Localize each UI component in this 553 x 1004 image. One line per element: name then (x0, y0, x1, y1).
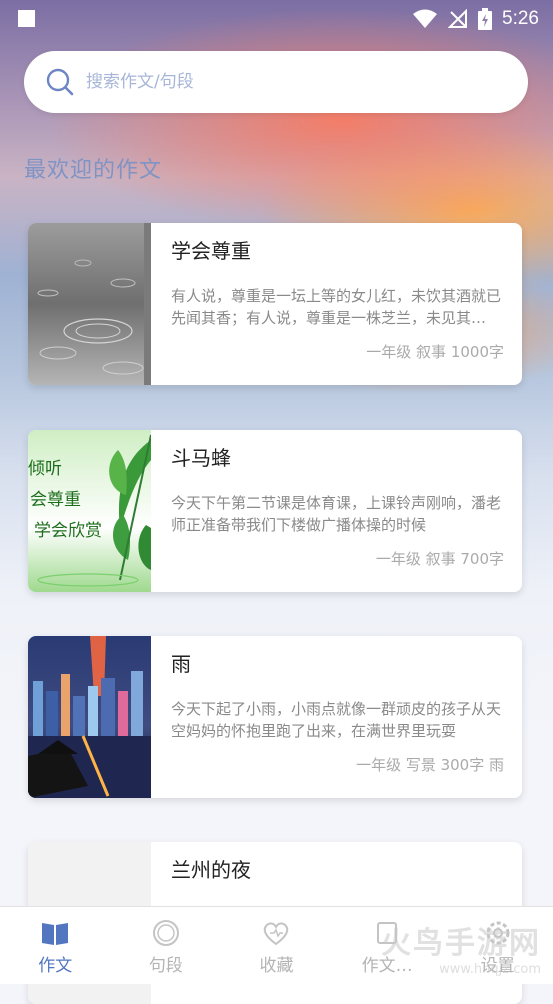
nav-item-4[interactable]: 作文… (332, 907, 443, 984)
card-title: 雨 (171, 652, 191, 676)
card-meta: 一年级 叙事 1000字 (366, 343, 504, 361)
rain-drops-image (28, 223, 151, 385)
essay-card[interactable]: 学会尊重 有人说，尊重是一坛上等的女儿红，未饮其酒就已先闻其香；有人说，尊重是一… (28, 223, 522, 385)
thumb-caption-line: 倾听 (28, 459, 62, 479)
search-icon[interactable] (46, 68, 74, 96)
nav-label: 收藏 (259, 956, 294, 976)
card-description: 今天下午第二节课是体育课，上课铃声刚响，潘老师正准备带我们下楼做广播体操的时候 (171, 494, 501, 534)
unknown-icon (377, 922, 398, 944)
nav-essay[interactable]: 作文 (0, 907, 111, 984)
section-title: 最欢迎的作文 (24, 158, 163, 183)
nav-label: 句段 (148, 956, 183, 976)
card-meta: 一年级 叙事 700字 (375, 550, 504, 568)
search-input[interactable] (84, 71, 488, 93)
status-icons: 5:26 (412, 6, 539, 32)
city-night-image (28, 636, 151, 798)
nav-label: 设置 (480, 956, 515, 976)
clock: 5:26 (502, 8, 539, 29)
thumb-caption: 倾听 会尊重 学会欣赏 (28, 454, 102, 547)
card-title: 斗马蜂 (171, 446, 231, 470)
nav-paragraph[interactable]: 句段 (111, 907, 222, 984)
gear-icon (486, 921, 510, 945)
card-meta: 一年级 写景 300字 雨 (356, 756, 504, 774)
heart-icon (264, 922, 289, 946)
essay-card[interactable]: 倾听 会尊重 学会欣赏 斗马蜂 今天下午第二节课是体育课，上课铃声刚响，潘老师正… (28, 430, 522, 592)
nav-settings[interactable]: 设置 (442, 907, 553, 984)
nav-label: 作文 (38, 956, 73, 976)
bottom-navigation: 作文 句段 收藏 作文… 设置 (0, 906, 553, 984)
circle-icon (152, 920, 179, 946)
card-title: 学会尊重 (171, 239, 251, 263)
thumb-caption-line: 学会欣赏 (34, 521, 102, 541)
thumb-caption-line: 会尊重 (30, 490, 81, 510)
green-leaf-image: 倾听 会尊重 学会欣赏 (28, 430, 151, 592)
essay-card[interactable]: 雨 今天下起了小雨，小雨点就像一群顽皮的孩子从天空妈妈的怀抱里跑了出来，在满世界… (28, 636, 522, 798)
card-title: 兰州的夜 (171, 858, 251, 882)
book-icon (42, 923, 69, 945)
no-signal-icon (448, 9, 468, 28)
battery-charging-icon (478, 8, 493, 30)
card-description: 今天下起了小雨，小雨点就像一群顽皮的孩子从天空妈妈的怀抱里跑了出来，在满世界里玩… (171, 700, 501, 740)
search-bar[interactable] (24, 51, 528, 113)
nav-favorites[interactable]: 收藏 (221, 907, 332, 984)
wifi-icon (413, 9, 438, 28)
nav-label: 作文… (361, 956, 413, 976)
card-description: 有人说，尊重是一坛上等的女儿红，未饮其酒就已先闻其香；有人说，尊重是一株芝兰，未… (171, 287, 501, 327)
status-bar: 5:26 (0, 0, 553, 38)
notification-icon (18, 10, 35, 27)
